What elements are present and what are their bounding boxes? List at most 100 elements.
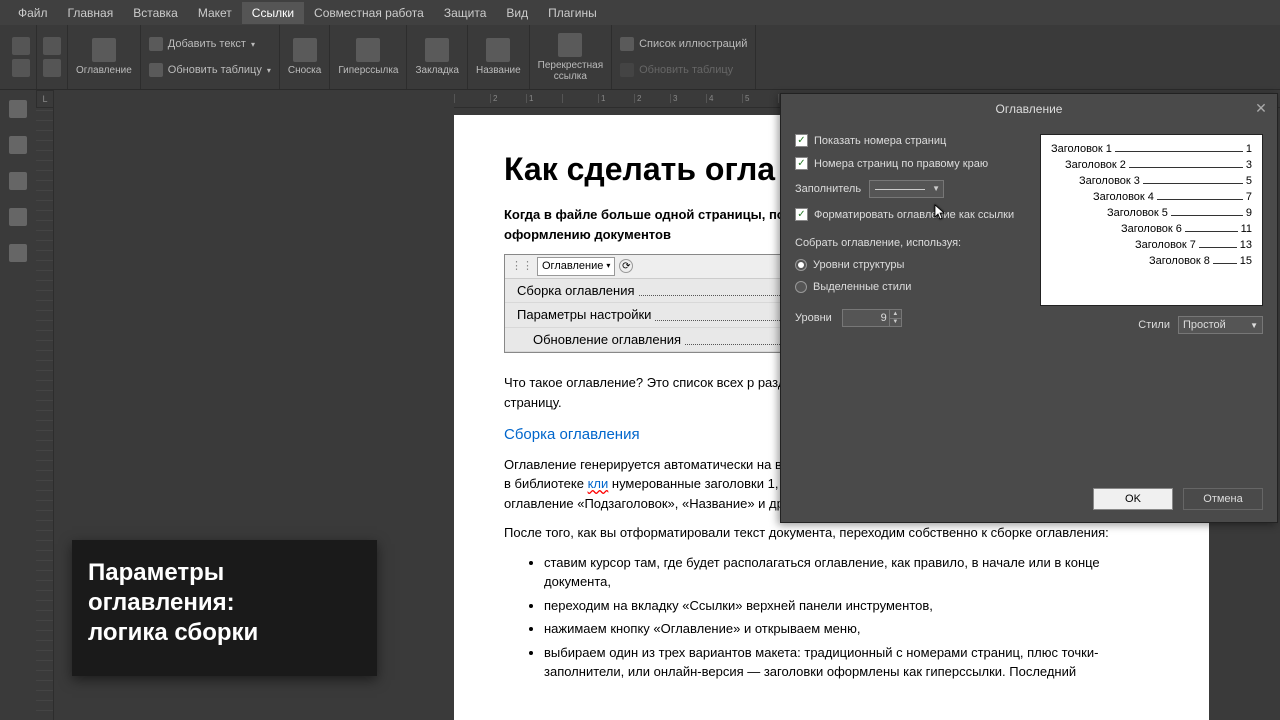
add-text-icon — [149, 37, 163, 51]
update-table2-label: Обновить таблицу — [639, 64, 733, 76]
radio-icon — [795, 259, 807, 271]
preview-row: Заголовок 59 — [1051, 207, 1252, 219]
refresh-icon — [149, 63, 163, 77]
menu-item-2[interactable]: Вставка — [123, 2, 188, 24]
style-value: Простой — [1183, 319, 1226, 331]
hyperlink-button[interactable]: Гиперссылка — [330, 25, 407, 89]
ruler-tick — [454, 94, 490, 103]
radio-icon — [795, 281, 807, 293]
overlay-l2: оглавления: — [88, 588, 361, 618]
crossref-button[interactable]: Перекрестная ссылка — [530, 25, 612, 89]
caption-button[interactable]: Название — [468, 25, 530, 89]
footnote-button[interactable]: Сноска — [280, 25, 330, 89]
menu-item-1[interactable]: Главная — [58, 2, 124, 24]
ruler-tick: 2 — [490, 94, 526, 103]
ruler-tick — [562, 94, 598, 103]
comments-icon[interactable] — [9, 136, 27, 154]
ruler-tick: 4 — [706, 94, 742, 103]
toc-refresh-button[interactable]: ⟳ — [619, 259, 633, 273]
copy-icon[interactable] — [12, 37, 30, 55]
menu-item-4[interactable]: Ссылки — [242, 2, 304, 24]
ruler-vertical: L — [36, 90, 54, 720]
caption-icon — [486, 38, 510, 62]
styles-combo[interactable]: Простой ▼ — [1178, 316, 1263, 334]
search-icon[interactable] — [9, 100, 27, 118]
toc-dropdown[interactable]: Оглавление ▾ — [537, 257, 615, 276]
overlay-l3: логика сборки — [88, 618, 361, 648]
spin-up-icon[interactable]: ▲ — [889, 310, 901, 319]
spin-down-icon[interactable]: ▼ — [889, 319, 901, 327]
close-icon[interactable]: ✕ — [1253, 100, 1269, 116]
show-pages-checkbox[interactable]: ✓Показать номера страниц — [795, 134, 1026, 147]
build-using-label: Собрать оглавление, используя: — [795, 237, 1026, 249]
outline-label: Уровни структуры — [813, 259, 904, 271]
bookmark-button[interactable]: Закладка — [407, 25, 467, 89]
leader-label: Заполнитель — [795, 183, 861, 195]
toc-label: Оглавление — [76, 65, 132, 76]
levels-spinner[interactable]: 9▲▼ — [842, 309, 902, 327]
ruler-tick: 5 — [742, 94, 778, 103]
menu-item-5[interactable]: Совместная работа — [304, 2, 434, 24]
overlay-caption: Параметры оглавления: логика сборки — [72, 540, 377, 676]
outline-radio[interactable]: Уровни структуры — [795, 259, 1026, 271]
doc-bullets: ставим курсор там, где будет располагать… — [544, 553, 1159, 682]
footnote-icon — [293, 38, 317, 62]
menu-item-6[interactable]: Защита — [434, 2, 497, 24]
left-rail — [0, 90, 36, 720]
show-pages-label: Показать номера страниц — [814, 135, 946, 147]
ruler-corner: L — [36, 90, 54, 108]
as-links-checkbox[interactable]: ✓ Форматировать оглавление как ссылки — [795, 208, 1026, 221]
checkbox-icon: ✓ — [795, 157, 808, 170]
update-table-button[interactable]: Обновить таблицу▾ — [149, 58, 271, 82]
menu-item-7[interactable]: Вид — [496, 2, 538, 24]
preview-row: Заголовок 23 — [1051, 159, 1252, 171]
ruler-tick: 1 — [598, 94, 634, 103]
styles-radio-label: Выделенные стили — [813, 281, 911, 293]
refresh-icon-2 — [620, 63, 634, 77]
preview-row: Заголовок 815 — [1051, 255, 1252, 267]
headings-icon[interactable] — [9, 172, 27, 190]
add-text-button[interactable]: Добавить текст▾ — [149, 32, 271, 56]
menu-item-0[interactable]: Файл — [8, 2, 58, 24]
chevron-down-icon: ▼ — [1250, 321, 1258, 330]
ruler-tick: 3 — [670, 94, 706, 103]
paste-icon[interactable] — [12, 59, 30, 77]
update-table-label: Обновить таблицу — [168, 64, 262, 76]
menu-item-3[interactable]: Макет — [188, 2, 242, 24]
align-right-label: Номера страниц по правому краю — [814, 158, 988, 170]
hyperlink-icon — [356, 38, 380, 62]
illustrations-button[interactable]: Список иллюстраций — [620, 32, 747, 56]
ribbon-toolbar: Оглавление Добавить текст▾ Обновить табл… — [0, 25, 1280, 90]
crossref-label: Перекрестная ссылка — [538, 60, 603, 82]
doc-p4: После того, как вы отформатировали текст… — [504, 523, 1159, 543]
dialog-title: Оглавление — [996, 102, 1063, 116]
toc-dd-label: Оглавление — [542, 258, 603, 275]
align-right-checkbox[interactable]: ✓ Номера страниц по правому краю — [795, 157, 1026, 170]
chevron-down-icon: ▼ — [932, 184, 940, 193]
cut-icon[interactable] — [43, 37, 61, 55]
list-item: ставим курсор там, где будет располагать… — [544, 553, 1159, 592]
ok-button[interactable]: OK — [1093, 488, 1173, 510]
checkbox-icon: ✓ — [795, 208, 808, 221]
preview-row: Заголовок 713 — [1051, 239, 1252, 251]
leader-combo[interactable]: ▼ — [869, 180, 944, 198]
footnote-label: Сноска — [288, 65, 321, 76]
select-icon[interactable] — [43, 59, 61, 77]
ruler-tick: 1 — [526, 94, 562, 103]
bookmark-icon — [425, 38, 449, 62]
preview-row: Заголовок 35 — [1051, 175, 1252, 187]
dialog-title-bar: Оглавление ✕ — [781, 94, 1277, 124]
menu-item-8[interactable]: Плагины — [538, 2, 607, 24]
styles-label: Стили — [1138, 319, 1170, 331]
toc-button[interactable]: Оглавление — [68, 25, 141, 89]
toc-dialog: Оглавление ✕ ✓Показать номера страниц ✓Н… — [780, 93, 1278, 523]
cancel-button[interactable]: Отмена — [1183, 488, 1263, 510]
styles-radio[interactable]: Выделенные стили — [795, 281, 1026, 293]
list-item: переходим на вкладку «Ссылки» верхней па… — [544, 596, 1159, 616]
info-icon[interactable] — [9, 244, 27, 262]
crossref-icon — [558, 33, 582, 57]
ruler-tick: 2 — [634, 94, 670, 103]
preview-row: Заголовок 611 — [1051, 223, 1252, 235]
as-links-label: Форматировать оглавление как ссылки — [814, 209, 1014, 221]
outline-icon[interactable] — [9, 208, 27, 226]
